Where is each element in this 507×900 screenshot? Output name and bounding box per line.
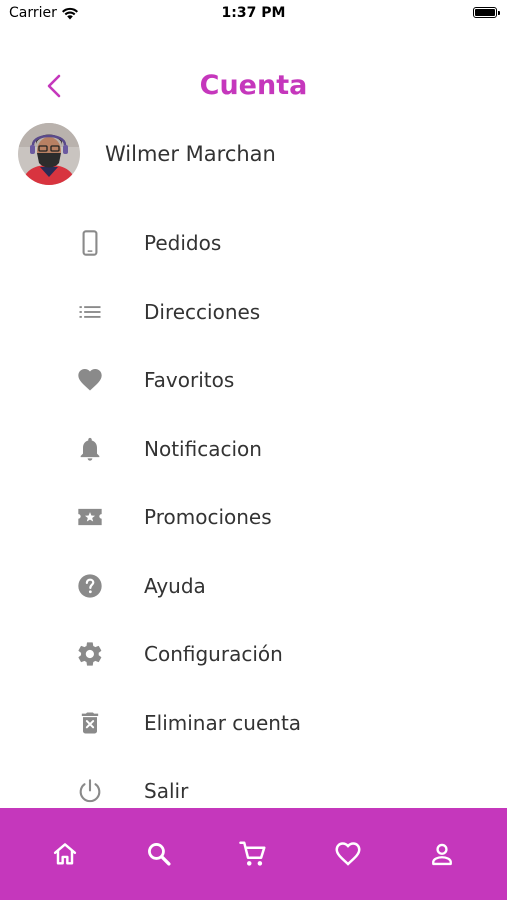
menu-item-label: Ayuda — [144, 573, 206, 598]
status-bar: Carrier 1:37 PM — [0, 0, 507, 28]
menu-item-configuracion[interactable]: Configuración — [0, 620, 507, 689]
nav-search-button[interactable] — [139, 808, 179, 900]
menu-item-notificacion[interactable]: Notificacion — [0, 415, 507, 484]
menu-item-favoritos[interactable]: Favoritos — [0, 346, 507, 415]
menu-item-label: Favoritos — [144, 368, 235, 393]
gear-icon — [76, 640, 104, 668]
nav-cart-button[interactable] — [233, 808, 273, 900]
battery-icon — [473, 7, 500, 18]
avatar-image — [18, 123, 80, 185]
menu-item-promociones[interactable]: Promociones — [0, 483, 507, 552]
menu-item-label: Notificacion — [144, 436, 262, 461]
profile-name: Wilmer Marchan — [105, 142, 276, 166]
nav-home-button[interactable] — [45, 808, 85, 900]
help-circle-icon — [76, 572, 104, 600]
ticket-star-icon — [76, 503, 104, 531]
list-icon — [76, 298, 104, 326]
phone-icon — [76, 229, 104, 257]
menu-item-label: Configuración — [144, 642, 283, 667]
trash-icon — [76, 709, 104, 737]
status-time: 1:37 PM — [221, 5, 286, 21]
cart-icon — [239, 841, 266, 866]
nav-favorites-button[interactable] — [328, 808, 368, 900]
search-icon — [148, 843, 171, 866]
home-icon — [53, 843, 77, 865]
menu-item-label: Direcciones — [144, 299, 261, 324]
avatar[interactable] — [18, 123, 80, 185]
menu-item-label: Pedidos — [144, 231, 222, 256]
menu-item-direcciones[interactable]: Direcciones — [0, 278, 507, 347]
user-icon — [432, 843, 452, 866]
heart-icon — [76, 366, 104, 394]
menu-item-ayuda[interactable]: Ayuda — [0, 552, 507, 621]
heart-outline-icon — [335, 842, 361, 866]
bottom-nav — [0, 808, 507, 900]
nav-profile-button[interactable] — [422, 808, 462, 900]
page-title: Cuenta — [199, 70, 308, 101]
account-menu: Pedidos Direcciones Favoritos Notificaci… — [0, 209, 507, 826]
bell-icon — [76, 435, 104, 463]
menu-item-label: Salir — [144, 779, 189, 804]
menu-item-pedidos[interactable]: Pedidos — [0, 209, 507, 278]
menu-item-label: Promociones — [144, 505, 272, 530]
profile-row[interactable]: Wilmer Marchan — [18, 123, 276, 185]
power-icon — [76, 777, 104, 805]
menu-item-eliminar-cuenta[interactable]: Eliminar cuenta — [0, 689, 507, 758]
menu-item-label: Eliminar cuenta — [144, 710, 302, 735]
